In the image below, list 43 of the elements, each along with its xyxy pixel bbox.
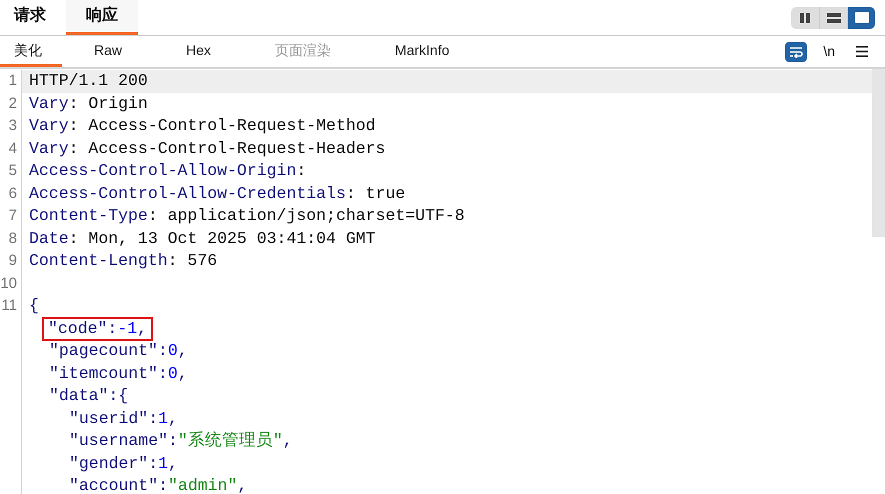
- view-mode-button[interactable]: [847, 6, 875, 28]
- code-line: "username":"系统管理员",: [69, 431, 293, 452]
- code-line: Content-Length: 576: [29, 251, 218, 272]
- code-line: HTTP/1.1 200: [29, 71, 148, 92]
- code-line: "data":{: [49, 386, 128, 406]
- code-line: "itemcount":0,: [49, 364, 188, 384]
- line-number: 3: [8, 116, 17, 136]
- line-number: 2: [8, 94, 17, 114]
- line-number: 5: [8, 161, 17, 181]
- line-number: 4: [8, 138, 17, 158]
- code-line: "pagecount":0,: [49, 341, 188, 362]
- line-number: 1: [8, 71, 17, 91]
- line-number: 9: [8, 251, 17, 271]
- line-number: 7: [8, 206, 17, 226]
- rows-icon: [826, 12, 840, 22]
- code-line: Content-Type: application/json;charset=UTF-8: [29, 206, 465, 226]
- view-tab[interactable]: Raw: [62, 36, 154, 67]
- scrollbar[interactable]: [872, 69, 885, 237]
- line-number: 8: [8, 228, 17, 248]
- panel-tab[interactable]: 请求: [0, 0, 66, 35]
- code-line: Access-Control-Allow-Origin:: [29, 161, 306, 182]
- code-line: {: [29, 296, 39, 316]
- view-tab[interactable]: Hex: [154, 36, 243, 67]
- view-tab[interactable]: MarkInfo: [362, 36, 482, 67]
- code-line: "gender":1,: [69, 454, 178, 474]
- line-number: 10: [0, 274, 17, 294]
- columns-icon: [799, 12, 811, 22]
- panel-tab[interactable]: 响应: [66, 0, 138, 35]
- line-number: 11: [1, 296, 17, 316]
- view-tab[interactable]: 美化: [0, 36, 62, 67]
- code-line: Vary: Access-Control-Request-Method: [29, 116, 376, 136]
- menu-icon: [856, 46, 868, 57]
- code-line: "account":"admin",: [69, 476, 248, 494]
- code-line: Access-Control-Allow-Credentials: true: [29, 184, 406, 204]
- newline-button[interactable]: \n: [819, 41, 839, 62]
- line-number: 6: [8, 184, 17, 204]
- code-line: Vary: Origin: [29, 94, 148, 114]
- wrap-icon: [789, 46, 804, 58]
- code-line: Vary: Access-Control-Request-Headers: [29, 138, 386, 159]
- code-line: "userid":1,: [69, 408, 178, 429]
- square-icon: [854, 12, 868, 23]
- code-line: Date: Mon, 13 Oct 2025 03:41:04 GMT: [29, 228, 376, 249]
- wrap-button[interactable]: [785, 42, 808, 62]
